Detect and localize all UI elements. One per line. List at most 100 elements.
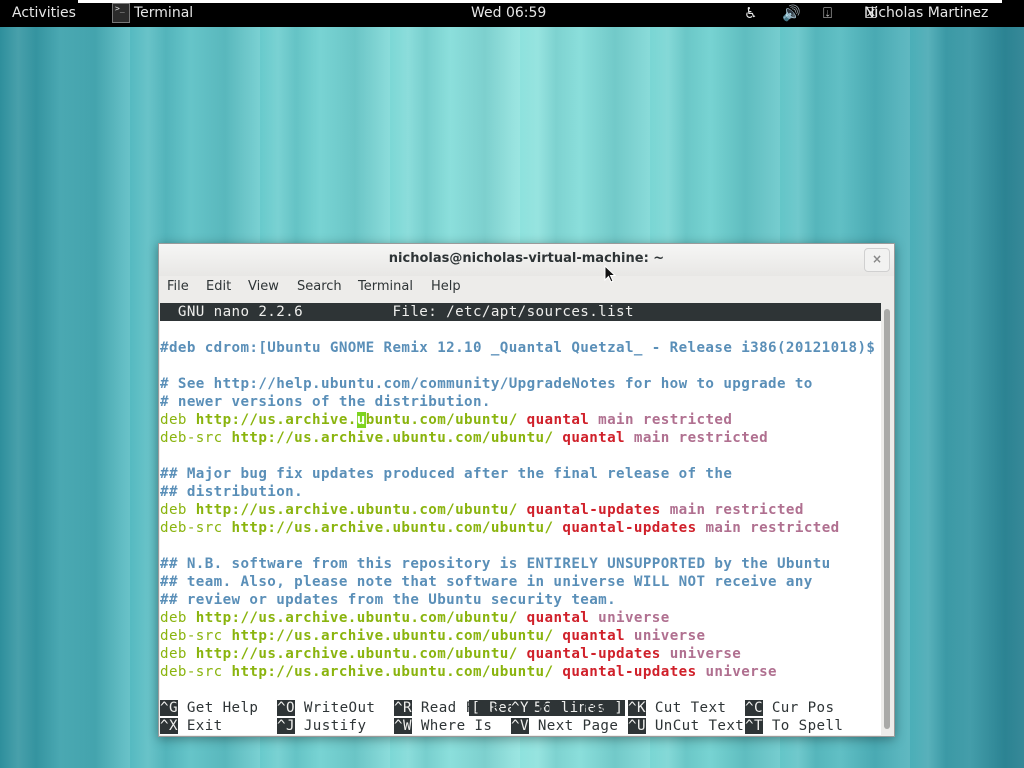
source-url: buntu.com/ubuntu/ — [365, 412, 527, 428]
editor-line: deb-src http://us.archive.ubuntu.com/ubu… — [160, 429, 768, 447]
app-menu-button[interactable]: >_ Terminal — [108, 0, 193, 27]
shortcut-key: ^U — [628, 718, 646, 734]
shortcut-exit: ^X Exit — [160, 717, 223, 735]
menu-search[interactable]: Search — [297, 279, 342, 294]
editor-line: ## N.B. software from this repository is… — [160, 555, 831, 573]
shortcut-key: ^V — [511, 718, 529, 734]
shortcut-label: UnCut Text — [645, 718, 745, 734]
source-url: http://us.archive.ubuntu.com/ubuntu/ — [231, 520, 563, 536]
editor-line: ## distribution. — [160, 483, 303, 501]
shortcut-cut-text: ^K Cut Text — [628, 699, 726, 717]
shortcut-label: Where Is — [411, 718, 493, 734]
menu-edit[interactable]: Edit — [206, 279, 231, 294]
shortcut-key: ^T — [745, 718, 763, 734]
window-title: nicholas@nicholas-virtual-machine: ~ — [388, 251, 665, 266]
shortcut-label: Prev Page — [528, 700, 619, 716]
editor-line: deb-src http://us.archive.ubuntu.com/ubu… — [160, 519, 840, 537]
shortcut-label: Cur Pos — [762, 700, 835, 716]
menu-help[interactable]: Help — [431, 279, 461, 294]
menu-file[interactable]: File — [167, 279, 189, 294]
scrollbar[interactable] — [882, 303, 892, 735]
source-url: http://us.archive.ubuntu.com/ubuntu/ — [231, 664, 563, 680]
editor-line: ## Major bug fix updates produced after … — [160, 465, 732, 483]
editor-line: deb http://us.archive.ubuntu.com/ubuntu/… — [160, 609, 670, 627]
distribution-name: quantal — [562, 628, 625, 644]
source-url: http://us.archive.ubuntu.com/ubuntu/ — [195, 502, 527, 518]
accessibility-icon[interactable]: ♿ — [744, 0, 757, 27]
distribution-name: quantal — [526, 610, 590, 626]
source-type: deb — [160, 610, 196, 626]
shortcut-key: ^G — [160, 700, 178, 716]
comment-text: # See http://help.ubuntu.com/community/U… — [160, 376, 813, 392]
comment-text: ## team. Also, please note that software… — [160, 574, 813, 590]
nano-status-line: [ Read 56 lines ] — [160, 681, 881, 716]
source-type: deb — [160, 646, 196, 662]
components: universe — [589, 610, 670, 626]
source-url: http://us.archive.ubuntu.com/ubuntu/ — [231, 628, 563, 644]
comment-text: #deb cdrom:[Ubuntu GNOME Remix 12.10 _Qu… — [160, 340, 876, 356]
shortcut-where-is: ^W Where Is — [394, 717, 492, 735]
shortcut-key: ^O — [277, 700, 295, 716]
source-url: http://us.archive. — [195, 412, 357, 428]
shortcut-label: Cut Text — [645, 700, 727, 716]
shortcut-label: To Spell — [762, 718, 844, 734]
shortcut-label: Exit — [177, 718, 223, 734]
shortcut-key: ^C — [745, 700, 763, 716]
top-bar: Activities >_ Terminal Wed 06:59 ♿ 🔊 ⍗ ☒… — [0, 0, 1024, 27]
distribution-name: quantal — [526, 412, 590, 428]
menu-view[interactable]: View — [248, 279, 279, 294]
components: main restricted — [696, 520, 840, 536]
comment-text: ## N.B. software from this repository is… — [160, 556, 831, 572]
editor-line: ## team. Also, please note that software… — [160, 573, 813, 591]
window-titlebar[interactable]: nicholas@nicholas-virtual-machine: ~ × — [159, 244, 894, 276]
menu-bar: File Edit View Search Terminal Help — [159, 276, 894, 301]
shortcut-key: ^X — [160, 718, 178, 734]
app-menu-label: Terminal — [134, 5, 194, 21]
shortcut-to-spell: ^T To Spell — [745, 717, 843, 735]
shortcut-label: Read File — [411, 700, 502, 716]
activities-button[interactable]: Activities — [12, 0, 76, 27]
terminal-area[interactable]: GNU nano 2.2.6 File: /etc/apt/sources.li… — [160, 303, 881, 735]
components: universe — [696, 664, 777, 680]
source-url: http://us.archive.ubuntu.com/ubuntu/ — [231, 430, 563, 446]
distribution-name: quantal-updates — [526, 502, 661, 518]
source-url: http://us.archive.ubuntu.com/ubuntu/ — [195, 610, 527, 626]
terminal-app-icon: >_ — [112, 3, 130, 23]
menu-terminal[interactable]: Terminal — [358, 279, 413, 294]
editor-line: deb-src http://us.archive.ubuntu.com/ubu… — [160, 663, 777, 681]
text-cursor: u — [356, 412, 366, 428]
shortcut-uncut-text: ^U UnCut Text — [628, 717, 744, 735]
editor-line: #deb cdrom:[Ubuntu GNOME Remix 12.10 _Qu… — [160, 339, 875, 357]
components: universe — [660, 646, 742, 662]
shortcut-label: Justify — [294, 718, 367, 734]
shortcut-label: Get Help — [177, 700, 259, 716]
components: main restricted — [624, 430, 769, 446]
network-icon[interactable]: ⍗ — [823, 0, 832, 27]
nano-header: GNU nano 2.2.6 File: /etc/apt/sources.li… — [160, 303, 881, 321]
source-type: deb-src — [160, 664, 232, 680]
editor-line: deb-src http://us.archive.ubuntu.com/ubu… — [160, 627, 705, 645]
comment-text: ## review or updates from the Ubuntu sec… — [160, 592, 617, 608]
volume-icon[interactable]: 🔊 — [782, 0, 801, 27]
close-button[interactable]: × — [864, 248, 890, 272]
comment-text: ## Major bug fix updates produced after … — [160, 466, 733, 482]
distribution-name: quantal-updates — [562, 664, 697, 680]
shortcut-writeout: ^O WriteOut — [277, 699, 375, 717]
distribution-name: quantal — [562, 430, 625, 446]
source-type: deb-src — [160, 520, 232, 536]
clock[interactable]: Wed 06:59 — [471, 0, 546, 27]
shortcut-prev-page: ^Y Prev Page — [511, 699, 618, 717]
editor-line: # newer versions of the distribution. — [160, 393, 491, 411]
source-type: deb-src — [160, 430, 232, 446]
distribution-name: quantal-updates — [562, 520, 697, 536]
shortcut-key: ^R — [394, 700, 412, 716]
comment-text: ## distribution. — [160, 484, 304, 500]
source-type: deb — [160, 502, 196, 518]
distribution-name: quantal-updates — [526, 646, 661, 662]
comment-text: # newer versions of the distribution. — [160, 394, 491, 410]
user-menu[interactable]: Nicholas Martinez — [864, 0, 988, 27]
shortcut-label: WriteOut — [294, 700, 376, 716]
scrollbar-thumb[interactable] — [884, 309, 890, 729]
mouse-pointer-icon — [604, 265, 616, 283]
source-type: deb — [160, 412, 196, 428]
